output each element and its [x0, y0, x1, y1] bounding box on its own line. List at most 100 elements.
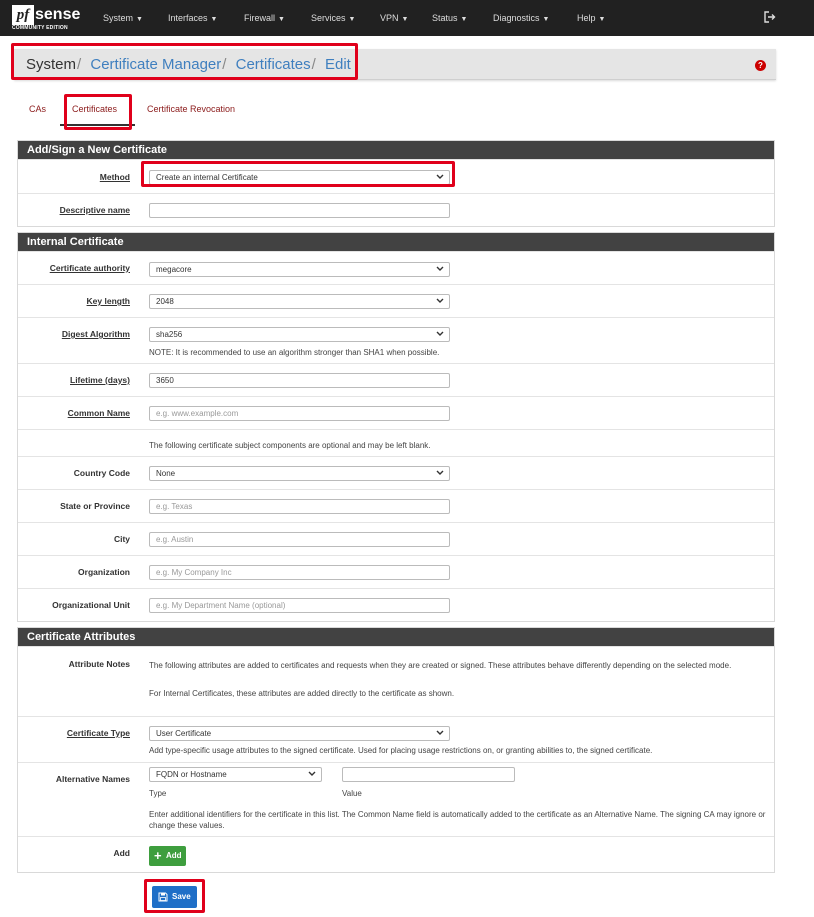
tab-certificate-revocation[interactable]: Certificate Revocation	[147, 104, 235, 114]
row-lifetime: Lifetime (days) 3650	[18, 363, 774, 396]
optional-note: The following certificate subject compon…	[149, 441, 431, 450]
descriptive-name-input[interactable]	[149, 203, 450, 218]
row-digest-algorithm: Digest Algorithm sha256 NOTE: It is reco…	[18, 317, 774, 363]
breadcrumb-edit[interactable]: Edit	[325, 56, 351, 73]
row-certificate-authority: Certificate authority megacore	[18, 251, 774, 284]
nav-diagnostics[interactable]: Diagnostics ▼	[493, 0, 549, 36]
city-label: City	[113, 534, 130, 544]
row-organizational-unit: Organizational Unit e.g. My Department N…	[18, 588, 774, 621]
nav-vpn[interactable]: VPN ▼	[380, 0, 408, 36]
digest-note: NOTE: It is recommended to use an algori…	[149, 348, 440, 357]
logout-icon[interactable]	[764, 11, 776, 23]
add-button[interactable]: + Add	[149, 846, 186, 866]
panel-title: Internal Certificate	[18, 233, 774, 251]
caret-down-icon: ▼	[401, 16, 409, 23]
row-alternative-names: Alternative Names FQDN or Hostname Type …	[18, 762, 774, 836]
org-unit-input[interactable]: e.g. My Department Name (optional)	[149, 598, 450, 613]
help-icon[interactable]: ?	[755, 60, 766, 71]
row-add: Add + Add	[18, 836, 774, 872]
lifetime-label: Lifetime (days)	[70, 375, 130, 385]
certificate-type-select[interactable]: User Certificate	[149, 726, 450, 741]
method-label: Method	[99, 172, 130, 182]
certificate-type-label: Certificate Type	[66, 728, 130, 738]
save-disk-icon	[158, 892, 168, 902]
city-input[interactable]: e.g. Austin	[149, 532, 450, 547]
attribute-notes-text-2: For Internal Certificates, these attribu…	[149, 689, 455, 698]
chevron-down-icon	[436, 331, 444, 336]
breadcrumb-certificates[interactable]: Certificates	[236, 56, 311, 73]
logo-edition: COMMUNITY EDITION	[12, 25, 68, 31]
attribute-notes-label: Attribute Notes	[68, 659, 130, 669]
alt-value-caption: Value	[342, 789, 362, 798]
caret-down-icon: ▼	[210, 16, 218, 23]
tab-cas[interactable]: CAs	[29, 104, 46, 114]
breadcrumb-bar: System/ Certificate Manager/ Certificate…	[14, 49, 776, 80]
row-organization: Organization e.g. My Company Inc	[18, 555, 774, 588]
panel-internal-certificate: Internal Certificate Certificate authori…	[17, 232, 775, 622]
row-country-code: Country Code None	[18, 456, 774, 489]
row-optional-note: The following certificate subject compon…	[18, 429, 774, 456]
chevron-down-icon	[436, 298, 444, 303]
active-tab-indicator	[60, 124, 135, 126]
panel-title: Certificate Attributes	[18, 628, 774, 646]
certificate-type-note: Add type-specific usage attributes to th…	[149, 746, 653, 755]
row-attribute-notes: Attribute Notes The following attributes…	[18, 646, 774, 716]
org-unit-label: Organizational Unit	[52, 600, 130, 610]
add-label: Add	[113, 848, 130, 858]
digest-label: Digest Algorithm	[61, 329, 130, 339]
caret-down-icon: ▼	[136, 16, 143, 23]
row-method: Method Create an internal Certificate	[18, 159, 774, 193]
row-key-length: Key length 2048	[18, 284, 774, 317]
nav-services[interactable]: Services ▼	[311, 0, 355, 36]
lifetime-input[interactable]: 3650	[149, 373, 450, 388]
ca-label: Certificate authority	[49, 263, 130, 273]
common-name-label: Common Name	[67, 408, 130, 418]
caret-down-icon: ▼	[278, 16, 285, 23]
chevron-down-icon	[436, 470, 444, 475]
logo-pf: pf	[12, 5, 34, 25]
organization-label: Organization	[78, 567, 130, 577]
breadcrumb-certificate-manager[interactable]: Certificate Manager	[90, 56, 221, 73]
panel-certificate-attributes: Certificate Attributes Attribute Notes T…	[17, 627, 775, 873]
row-state: State or Province e.g. Texas	[18, 489, 774, 522]
panel-title: Add/Sign a New Certificate	[18, 141, 774, 159]
save-button[interactable]: Save	[152, 886, 197, 908]
key-length-select[interactable]: 2048	[149, 294, 450, 309]
key-length-label: Key length	[86, 296, 130, 306]
alt-name-type-select[interactable]: FQDN or Hostname	[149, 767, 322, 782]
state-label: State or Province	[60, 501, 130, 511]
pfsense-logo[interactable]: pf sense COMMUNITY EDITION	[12, 5, 86, 33]
country-label: Country Code	[73, 468, 130, 478]
chevron-down-icon	[436, 730, 444, 735]
row-city: City e.g. Austin	[18, 522, 774, 555]
tab-certificates[interactable]: Certificates	[72, 104, 117, 114]
caret-down-icon: ▼	[598, 16, 606, 23]
top-navbar: pf sense COMMUNITY EDITION System ▼ Inter…	[0, 0, 814, 36]
chevron-down-icon	[308, 771, 316, 776]
nav-help[interactable]: Help ▼	[577, 0, 605, 36]
digest-select[interactable]: sha256	[149, 327, 450, 342]
chevron-down-icon	[436, 266, 444, 271]
row-descriptive-name: Descriptive name	[18, 193, 774, 226]
breadcrumb: System/ Certificate Manager/ Certificate…	[26, 56, 351, 73]
descriptive-name-label: Descriptive name	[59, 205, 130, 215]
caret-down-icon: ▼	[542, 16, 550, 23]
nav-interfaces[interactable]: Interfaces ▼	[168, 0, 217, 36]
attribute-notes-text: The following attributes are added to ce…	[149, 661, 732, 670]
alt-name-value-input[interactable]	[342, 767, 515, 782]
method-select[interactable]: Create an internal Certificate	[149, 170, 450, 185]
country-select[interactable]: None	[149, 466, 450, 481]
organization-input[interactable]: e.g. My Company Inc	[149, 565, 450, 580]
common-name-input[interactable]: e.g. www.example.com	[149, 406, 450, 421]
plus-icon: +	[154, 848, 162, 863]
panel-add-sign: Add/Sign a New Certificate Method Create…	[17, 140, 775, 227]
nav-status[interactable]: Status ▼	[432, 0, 467, 36]
caret-down-icon: ▼	[348, 16, 356, 23]
nav-system[interactable]: System ▼	[103, 0, 143, 36]
ca-select[interactable]: megacore	[149, 262, 450, 277]
nav-firewall[interactable]: Firewall ▼	[244, 0, 285, 36]
alt-names-note: Enter additional identifiers for the cer…	[149, 810, 766, 830]
alternative-names-label: Alternative Names	[55, 774, 130, 784]
state-input[interactable]: e.g. Texas	[149, 499, 450, 514]
breadcrumb-root: System	[26, 56, 77, 73]
